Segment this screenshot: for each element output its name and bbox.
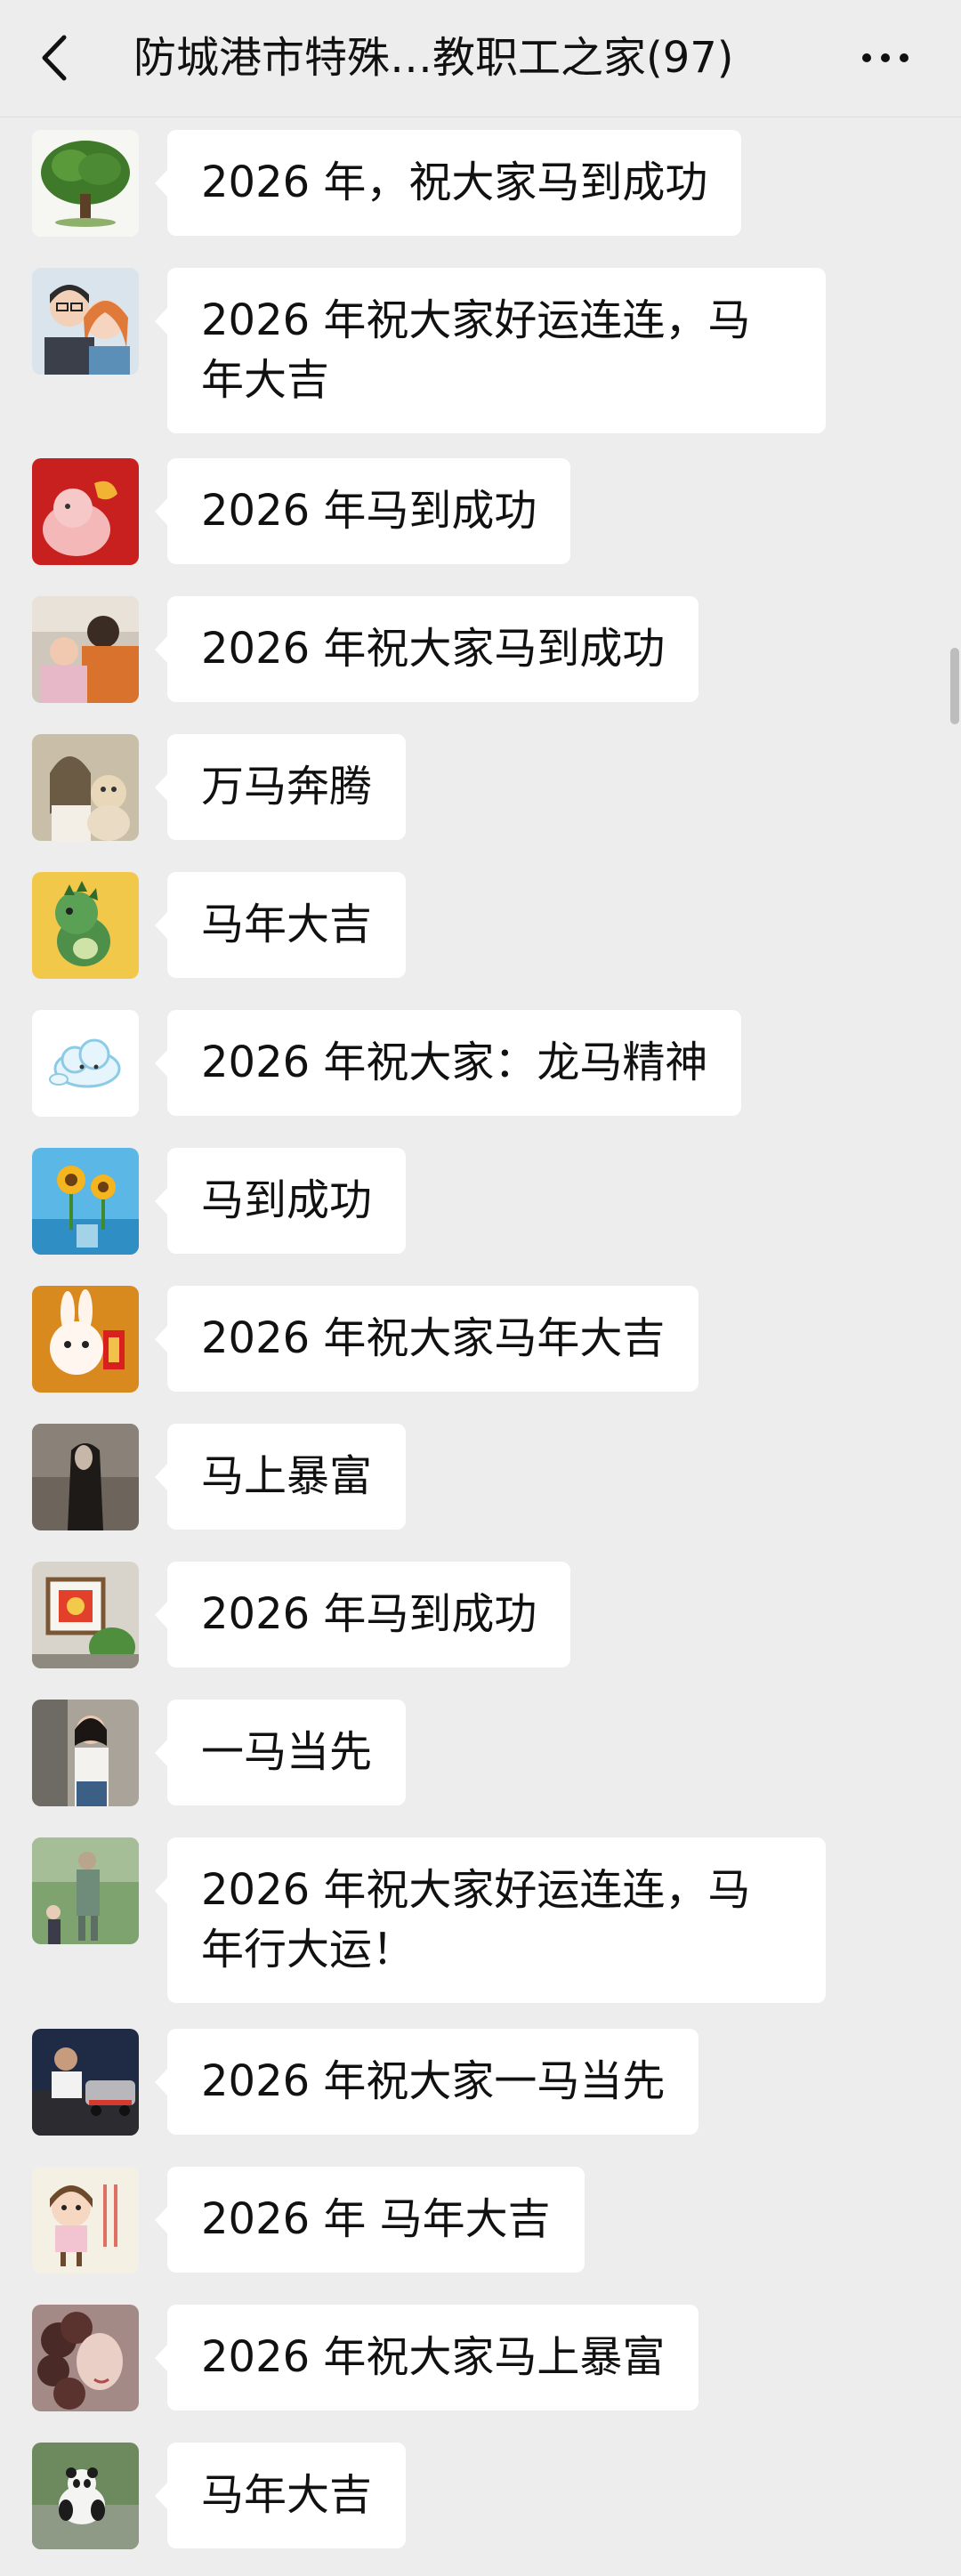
man-car-avatar[interactable] [32, 2029, 139, 2136]
message-bubble[interactable]: 2026 年马到成功 [154, 1562, 571, 1668]
message-bubble[interactable]: 2026 年祝大家好运连连，马年行大运！ [155, 1837, 826, 2003]
back-button[interactable] [30, 27, 84, 89]
panda-avatar[interactable] [32, 2443, 139, 2549]
red-cartoon-avatar[interactable] [32, 458, 139, 565]
scrollbar-thumb[interactable] [950, 648, 959, 724]
statue-avatar[interactable] [32, 1837, 139, 1944]
curly-hair-avatar[interactable] [32, 2305, 139, 2411]
rabbit-avatar[interactable] [32, 1286, 139, 1393]
more-dots-icon [862, 53, 909, 62]
family-avatar[interactable] [32, 596, 139, 703]
chat-header: 防城港市特殊…教职工之家(97) [0, 0, 961, 117]
message-bubble[interactable]: 万马奔腾 [154, 734, 407, 840]
chat-title: 防城港市特殊…教职工之家(97) [133, 33, 734, 83]
more-button[interactable] [854, 27, 917, 89]
window-avatar[interactable] [32, 1562, 139, 1668]
cartoon-girl-avatar[interactable] [32, 2167, 139, 2273]
message-bubble[interactable]: 2026 年，祝大家马到成功 [154, 130, 742, 236]
message-bubble[interactable]: 一马当先 [154, 1700, 407, 1805]
cloud-avatar[interactable] [32, 1010, 139, 1117]
message-bubble[interactable]: 马到成功 [154, 1148, 407, 1254]
couple-avatar[interactable] [32, 268, 139, 375]
message-bubble[interactable]: 2026 年祝大家马上暴富 [154, 2305, 699, 2410]
message-bubble[interactable]: 2026 年马到成功 [154, 458, 571, 564]
dinosaur-avatar[interactable] [32, 872, 139, 979]
message-bubble[interactable]: 马年大吉 [154, 872, 407, 978]
chevron-left-icon [42, 35, 67, 81]
message-bubble[interactable]: 2026 年祝大家马年大吉 [154, 1286, 699, 1392]
tree-avatar[interactable] [32, 130, 139, 237]
woman-avatar[interactable] [32, 1700, 139, 1806]
sunflower-avatar[interactable] [32, 1148, 139, 1255]
girl-dog-avatar[interactable] [32, 734, 139, 841]
message-bubble[interactable]: 2026 年祝大家马到成功 [154, 596, 699, 702]
message-bubble[interactable]: 2026 年祝大家一马当先 [154, 2029, 699, 2135]
message-bubble[interactable]: 2026 年祝大家：龙马精神 [154, 1010, 742, 1116]
message-bubble[interactable]: 2026 年祝大家好运连连，马年大吉 [155, 268, 826, 433]
message-bubble[interactable]: 马年大吉 [154, 2443, 407, 2548]
message-bubble[interactable]: 马上暴富 [154, 1424, 407, 1530]
dark-portrait-avatar[interactable] [32, 1424, 139, 1530]
message-bubble[interactable]: 2026 年 马年大吉 [155, 2167, 585, 2273]
